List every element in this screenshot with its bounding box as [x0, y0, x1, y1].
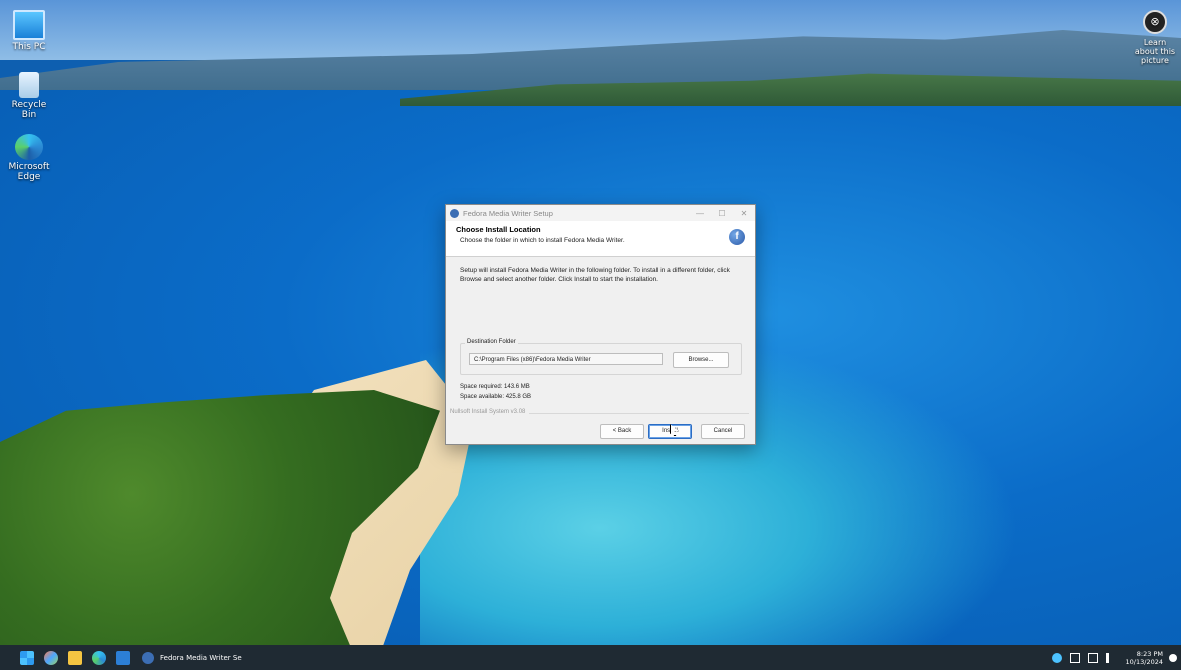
cancel-button[interactable]: Cancel — [701, 424, 745, 439]
minimize-button[interactable]: — — [689, 209, 711, 218]
maximize-button[interactable]: ☐ — [711, 209, 733, 218]
desktop-icon-label: This PC — [12, 42, 46, 52]
fedora-logo-icon: f — [729, 229, 745, 245]
close-button[interactable]: ✕ — [733, 209, 755, 218]
installer-window: Fedora Media Writer Setup — ☐ ✕ Choose I… — [445, 204, 756, 445]
fedora-taskbar-icon — [142, 651, 154, 664]
window-title: Fedora Media Writer Setup — [463, 208, 553, 218]
desktop-icon-label: Microsoft Edge — [8, 162, 50, 182]
destination-folder-group: Destination Folder C:\Program Files (x86… — [460, 339, 742, 375]
destination-folder-input[interactable]: C:\Program Files (x86)\Fedora Media Writ… — [469, 353, 663, 365]
recycle-bin-icon — [19, 72, 39, 98]
instructions-text: Setup will install Fedora Media Writer i… — [460, 267, 730, 283]
desktop-icon-recycle-bin[interactable]: Recycle Bin — [6, 72, 52, 120]
page-subheading: Choose the folder in which to install Fe… — [460, 237, 625, 244]
space-required: Space required: 143.6 MB — [460, 384, 530, 390]
edge-icon — [15, 134, 43, 160]
space-info: Space required: 143.6 MB Space available… — [460, 382, 531, 402]
desktop-icon-edge[interactable]: Microsoft Edge — [6, 134, 52, 182]
notification-icon[interactable] — [1169, 653, 1177, 662]
taskbar-app-label: Fedora Media Writer Se — [160, 653, 242, 662]
volume-icon[interactable] — [1105, 652, 1116, 663]
display-icon[interactable] — [1087, 652, 1098, 663]
monitor-icon — [13, 10, 45, 40]
start-button[interactable] — [20, 650, 34, 665]
camera-icon: ⊗ — [1143, 10, 1167, 34]
browse-button[interactable]: Browse... — [673, 352, 729, 368]
desktop-icon-this-pc[interactable]: This PC — [6, 10, 52, 52]
space-available: Space available: 425.8 GB — [460, 394, 532, 400]
fedora-app-icon — [450, 208, 459, 218]
clock[interactable]: 8:23 PM 10/13/2024 — [1126, 650, 1163, 666]
title-bar[interactable]: Fedora Media Writer Setup — ☐ ✕ — [446, 205, 755, 221]
store-icon[interactable] — [116, 650, 130, 665]
clock-date: 10/13/2024 — [1125, 657, 1163, 666]
learn-about-picture-label: Learn about this picture — [1134, 38, 1176, 65]
network-status-icon[interactable] — [1051, 652, 1062, 663]
desktop-icon-label: Recycle Bin — [11, 100, 47, 120]
clock-time: 8:23 PM — [1136, 649, 1163, 658]
page-heading: Choose Install Location — [456, 225, 541, 234]
battery-icon[interactable] — [1069, 652, 1080, 663]
taskbar-running-app[interactable]: Fedora Media Writer Se — [142, 651, 242, 664]
system-tray: 8:23 PM 10/13/2024 — [1044, 645, 1177, 670]
nsis-branding: Nullsoft Install System v3.08 — [450, 409, 530, 415]
edge-taskbar-icon[interactable] — [92, 650, 106, 665]
destination-folder-legend: Destination Folder — [465, 339, 518, 345]
back-button[interactable]: < Back — [600, 424, 644, 439]
installer-header: Choose Install Location Choose the folde… — [446, 221, 755, 257]
learn-about-picture[interactable]: ⊗ Learn about this picture — [1133, 10, 1177, 65]
file-explorer-icon[interactable] — [68, 650, 82, 665]
taskbar: Fedora Media Writer Se 8:23 PM 10/13/202… — [0, 645, 1181, 670]
copilot-icon[interactable] — [44, 650, 58, 665]
